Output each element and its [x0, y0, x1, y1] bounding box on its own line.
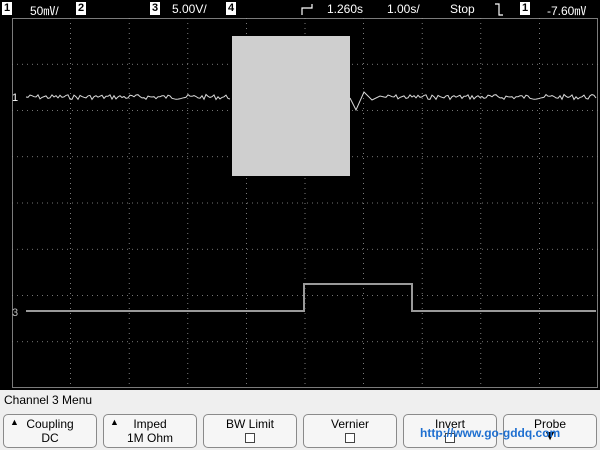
impedance-softkey[interactable]: ▲ Imped 1M Ohm — [103, 414, 197, 448]
channel-1-trace-tail — [349, 91, 597, 112]
channel-4-indicator[interactable]: 4 — [226, 2, 236, 15]
channel-1-scale: 50㎷/ — [30, 4, 59, 18]
channel-menu: Channel 3 Menu ▲ Coupling DC ▲ Imped 1M … — [0, 390, 600, 450]
channel-3-indicator[interactable]: 3 — [150, 2, 160, 15]
channel-3-marker[interactable]: 3 — [12, 307, 18, 319]
trigger-channel-indicator: 1 — [520, 2, 530, 15]
vernier-softkey[interactable]: Vernier — [303, 414, 397, 448]
status-bar: 1 50㎷/ 2 3 5.00V/ 4 1.260s 1.00s/ Stop 1… — [0, 0, 600, 18]
trigger-position-icon — [301, 4, 313, 15]
channel-1-trace — [25, 93, 231, 101]
channel-2-indicator[interactable]: 2 — [76, 2, 86, 15]
run-state[interactable]: Stop — [450, 2, 475, 16]
bw-limit-softkey[interactable]: BW Limit — [203, 414, 297, 448]
waveform-display[interactable]: 1 3 — [12, 18, 598, 388]
channel-3-scale: 5.00V/ — [172, 2, 207, 16]
coupling-softkey[interactable]: ▲ Coupling DC — [3, 414, 97, 448]
waveform-traces — [25, 36, 597, 312]
channel-1-indicator[interactable]: 1 — [2, 2, 12, 15]
channel-1-marker[interactable]: 1 — [12, 92, 18, 104]
time-scale: 1.00s/ — [387, 2, 420, 16]
watermark-text: http://www.go-gddq.com — [420, 426, 561, 440]
channel-3-trace — [26, 283, 596, 312]
vernier-checkbox — [345, 433, 355, 443]
bw-limit-checkbox — [245, 433, 255, 443]
menu-title: Channel 3 Menu — [4, 393, 93, 407]
trigger-level: -7.60㎷ — [547, 4, 587, 18]
channel-1-burst — [232, 36, 350, 176]
falling-edge-icon — [495, 3, 503, 16]
time-delay: 1.260s — [327, 2, 364, 16]
